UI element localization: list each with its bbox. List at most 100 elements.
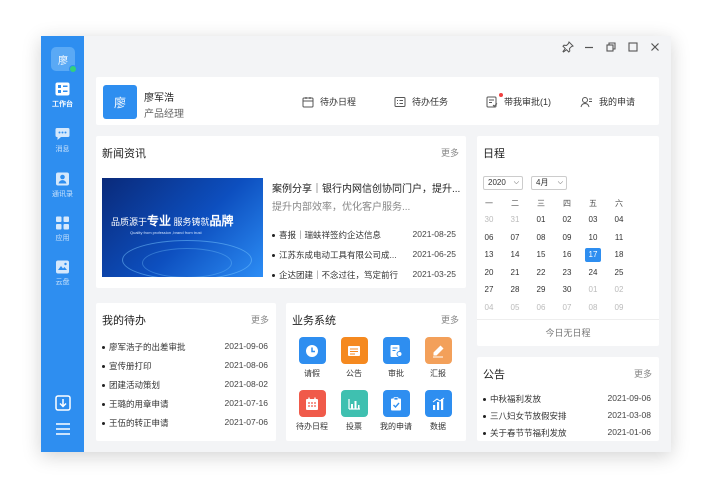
quick-link-tasks[interactable]: 待办任务: [394, 95, 448, 108]
sidebar-item-workbench[interactable]: 工作台: [41, 82, 84, 109]
list-item[interactable]: 团建活动策划 2021-08-02: [102, 379, 268, 391]
online-status-dot: [69, 65, 77, 73]
calendar-day[interactable]: 06: [533, 301, 549, 315]
minimize-icon[interactable]: [583, 41, 595, 53]
restore-icon[interactable]: [605, 41, 617, 53]
todo-more-link[interactable]: 更多: [251, 313, 269, 326]
calendar-day[interactable]: 16: [559, 248, 575, 262]
weekday-label: 一: [485, 199, 493, 208]
calendar-card: 日程 2020 ⌵ 4月 ⌵ 一 二 三 四 五 六 30 31 01 02 03 04 06 07 08 09 1…: [477, 136, 659, 346]
year-select[interactable]: 2020 ⌵: [483, 176, 523, 190]
calendar-day[interactable]: 02: [559, 213, 575, 227]
application-icon: [580, 96, 592, 107]
calendar-day[interactable]: 22: [533, 266, 549, 280]
calendar-day[interactable]: 01: [585, 283, 601, 297]
calendar-day[interactable]: 11: [611, 231, 627, 245]
list-item[interactable]: 三八妇女节放假安排 2021-03-08: [483, 410, 651, 422]
quick-link-my-applications[interactable]: 我的申请: [580, 95, 635, 108]
calendar-day[interactable]: 23: [559, 266, 575, 280]
notice-more-link[interactable]: 更多: [634, 367, 652, 380]
calendar-day[interactable]: 13: [481, 248, 497, 262]
chat-icon: [55, 128, 70, 140]
app-window: 廖 工作台 消息 通讯录 应用 云盘 廖 廖军浩 产品经理 待办日程 待办任务 …: [41, 36, 671, 452]
calendar-day[interactable]: 21: [507, 266, 523, 280]
sidebar-item-messages[interactable]: 消息: [41, 127, 84, 154]
calendar-day[interactable]: 07: [507, 231, 523, 245]
app-announcement[interactable]: 公告: [334, 337, 374, 379]
app-report[interactable]: 汇报: [418, 337, 458, 379]
list-item[interactable]: 企达团建｜不念过往，笃定前行 2021-03-25: [272, 269, 456, 281]
app-leave[interactable]: 请假: [292, 337, 332, 379]
calendar-day[interactable]: 08: [533, 231, 549, 245]
sidebar-item-cloud-drive[interactable]: 云盘: [41, 260, 84, 287]
calendar-day[interactable]: 01: [533, 213, 549, 227]
sidebar-item-label: 应用: [55, 235, 70, 242]
calendar-day[interactable]: 30: [559, 283, 575, 297]
app-vote[interactable]: 投票: [334, 390, 374, 432]
list-item[interactable]: 江苏东成电动工具有限公司成... 2021-06-25: [272, 249, 456, 261]
quick-link-label: 待办日程: [320, 97, 357, 107]
app-my-applications[interactable]: 我的申请: [376, 390, 416, 432]
list-item[interactable]: 宣传册打印 2021-08-06: [102, 360, 268, 372]
menu-icon[interactable]: [54, 420, 72, 438]
calendar-icon: [298, 390, 326, 417]
sidebar-item-contacts[interactable]: 通讯录: [41, 172, 84, 199]
quick-link-schedule[interactable]: 待办日程: [302, 95, 356, 108]
sidebar-item-apps[interactable]: 应用: [41, 216, 84, 243]
news-banner-image[interactable]: 品质源于专业 服务铸就品牌 Quality from profession ,b…: [102, 178, 263, 277]
profile-avatar[interactable]: 廖: [103, 85, 137, 119]
list-item[interactable]: 喜报｜瑞蚨祥签约企达信息 2021-08-25: [272, 229, 456, 241]
news-more-link[interactable]: 更多: [441, 146, 459, 159]
list-item[interactable]: 关于春节节福利发放 2021-01-06: [483, 427, 651, 439]
weekday-label: 六: [615, 199, 623, 208]
maximize-icon[interactable]: [627, 41, 639, 53]
app-schedule[interactable]: 待办日程: [292, 390, 332, 432]
calendar-day[interactable]: 03: [585, 213, 601, 227]
calendar-day[interactable]: 27: [481, 283, 497, 297]
user-avatar[interactable]: 廖: [51, 47, 77, 73]
quick-link-approvals[interactable]: 带我审批(1): [486, 93, 551, 108]
list-item[interactable]: 廖军浩子的出差审批 2021-09-06: [102, 341, 268, 353]
calendar-day[interactable]: 29: [533, 283, 549, 297]
calendar-day[interactable]: 25: [611, 266, 627, 280]
news-headline[interactable]: 案例分享｜银行内网信创协同门户，提升...: [272, 180, 460, 195]
calendar-day[interactable]: 20: [481, 266, 497, 280]
calendar-day[interactable]: 05: [507, 301, 523, 315]
calendar-day[interactable]: 09: [559, 231, 575, 245]
news-summary: 提升内部效率，优化客户服务...: [272, 202, 411, 213]
close-icon[interactable]: [649, 41, 661, 53]
app-data[interactable]: 数据: [418, 390, 458, 432]
sidebar-item-label: 消息: [55, 146, 70, 153]
calendar-day[interactable]: 15: [533, 248, 549, 262]
task-icon: [394, 96, 406, 107]
pin-icon[interactable]: [562, 41, 574, 53]
news-card: 新闻资讯 更多 品质源于专业 服务铸就品牌 Quality from profe…: [96, 136, 466, 288]
calendar-day[interactable]: 14: [507, 248, 523, 262]
calendar-day[interactable]: 08: [585, 301, 601, 315]
pen-icon: [424, 337, 452, 364]
calendar-title: 日程: [483, 148, 505, 160]
list-item[interactable]: 中秋福利发放 2021-09-06: [483, 393, 651, 405]
business-more-link[interactable]: 更多: [441, 313, 459, 326]
calendar-day[interactable]: 07: [559, 301, 575, 315]
calendar-day[interactable]: 02: [611, 283, 627, 297]
calendar-day[interactable]: 06: [481, 231, 497, 245]
calendar-day-today[interactable]: 17: [585, 248, 601, 262]
calendar-day[interactable]: 09: [611, 301, 627, 315]
list-item[interactable]: 王璐的用章申请 2021-07-16: [102, 398, 268, 410]
calendar-day[interactable]: 28: [507, 283, 523, 297]
list-item[interactable]: 王伍的转正申请 2021-07-06: [102, 417, 268, 429]
calendar-day[interactable]: 04: [481, 301, 497, 315]
weekday-label: 二: [511, 199, 519, 208]
calendar-day[interactable]: 24: [585, 266, 601, 280]
month-select[interactable]: 4月 ⌵: [531, 176, 567, 190]
calendar-day[interactable]: 30: [481, 213, 497, 227]
weekday-label: 四: [563, 199, 571, 208]
app-approval[interactable]: 审批: [376, 337, 416, 379]
calendar-day[interactable]: 04: [611, 213, 627, 227]
calendar-day[interactable]: 18: [611, 248, 627, 262]
calendar-day[interactable]: 10: [585, 231, 601, 245]
download-icon[interactable]: [54, 394, 72, 412]
calendar-day[interactable]: 31: [507, 213, 523, 227]
todo-card: 我的待办 更多 廖军浩子的出差审批 2021-09-06 宣传册打印 2021-08…: [96, 303, 276, 441]
